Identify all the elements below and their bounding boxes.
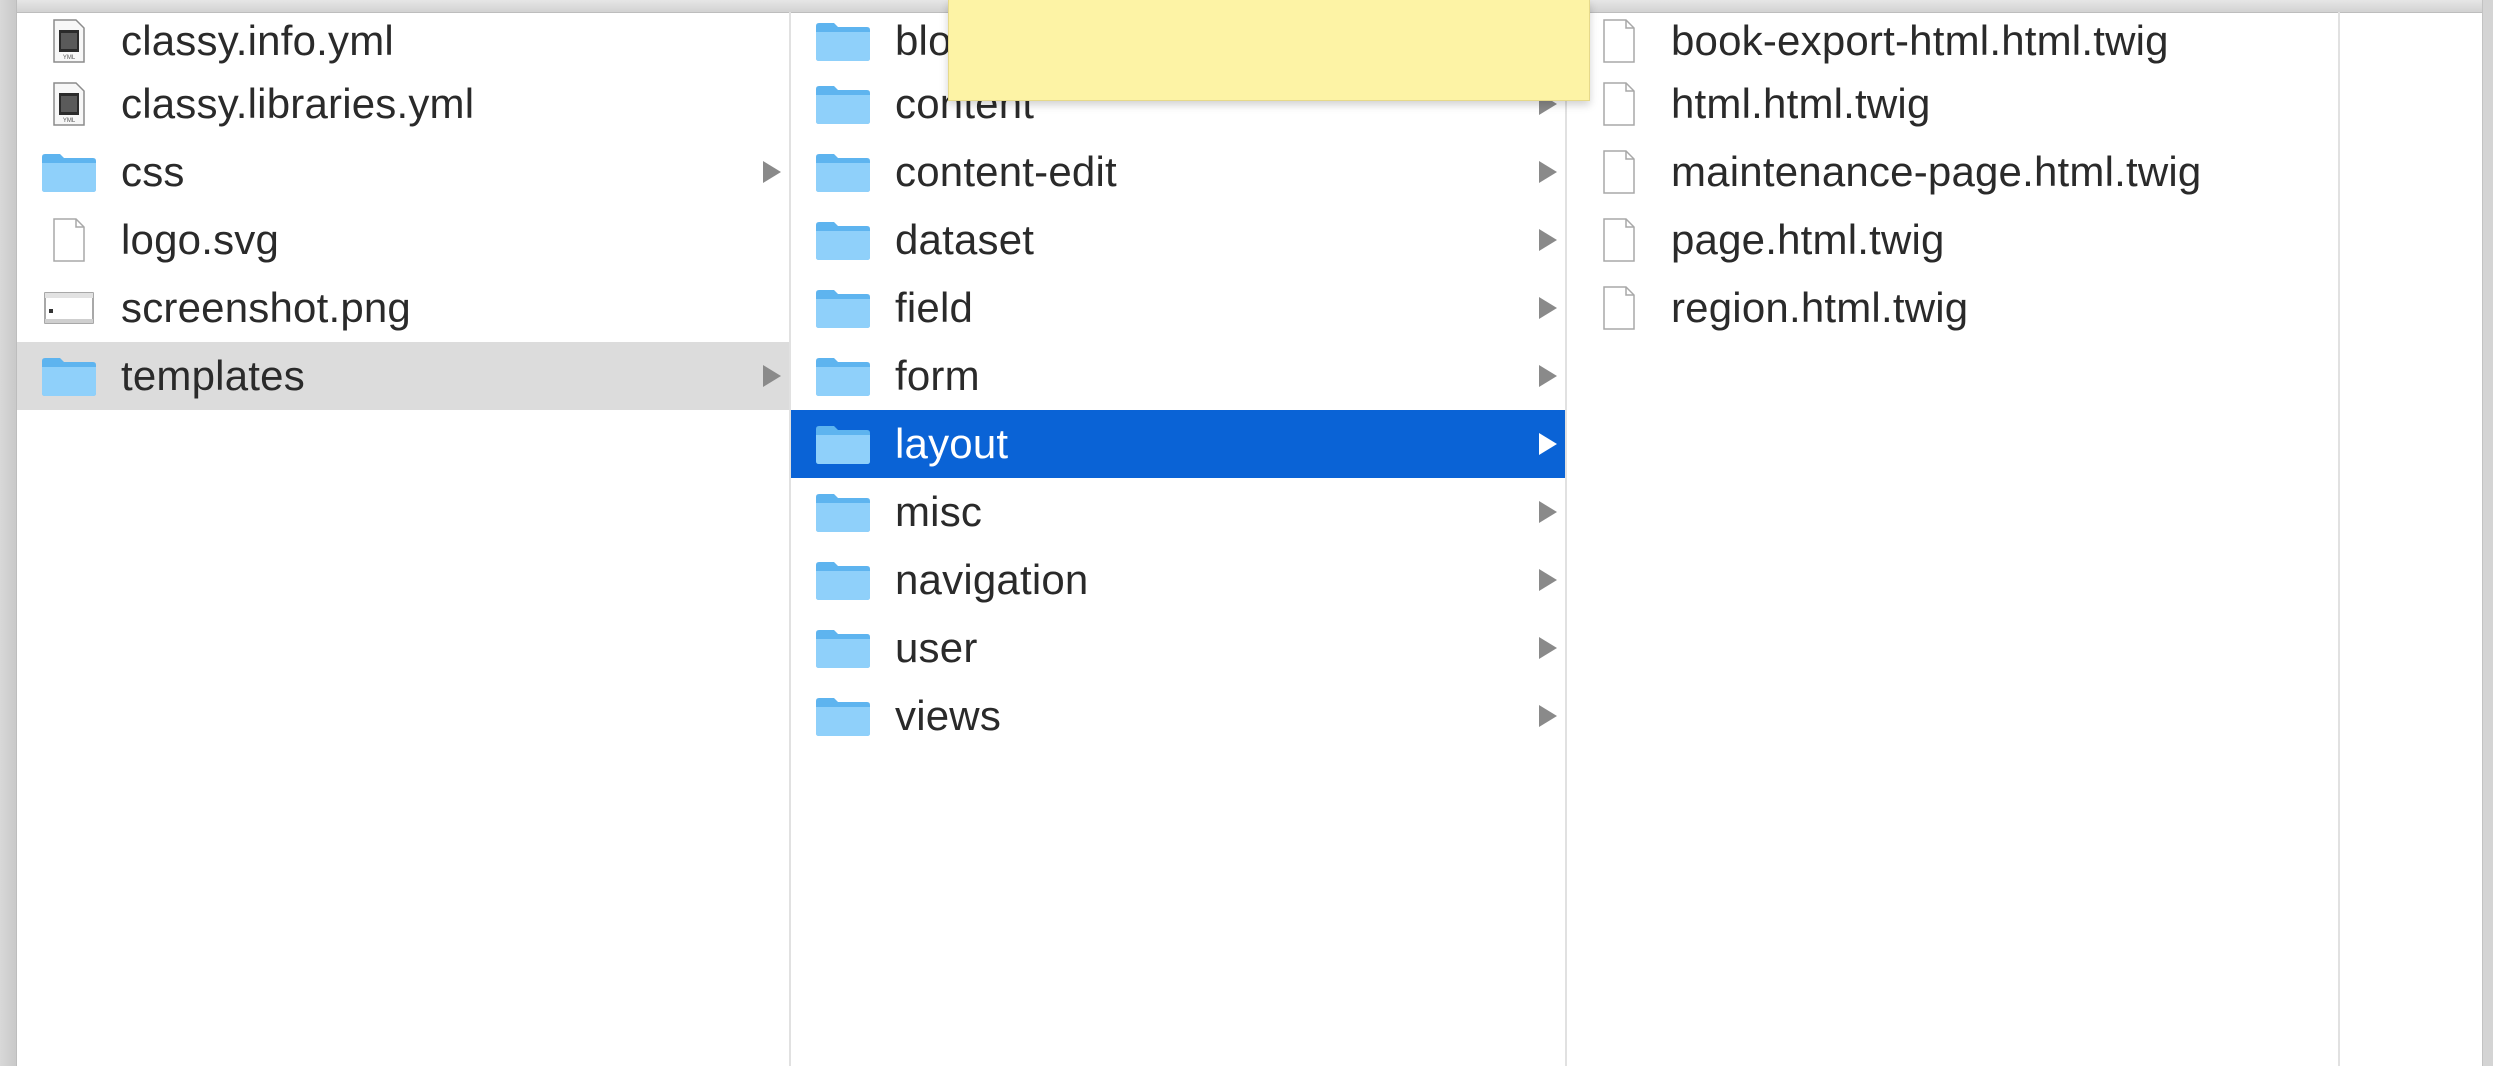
folder-icon xyxy=(39,353,99,399)
folder-icon xyxy=(813,353,873,399)
folder-row-misc[interactable]: misc xyxy=(791,478,1565,546)
disclosure-arrow-icon xyxy=(1539,229,1557,251)
folder-icon xyxy=(813,81,873,127)
file-row-logo-svg[interactable]: logo.svg xyxy=(17,206,789,274)
folder-row-dataset[interactable]: dataset xyxy=(791,206,1565,274)
folder-icon xyxy=(813,489,873,535)
file-row-classy-libraries-yml[interactable]: YML classy.libraries.yml xyxy=(17,70,789,138)
blank-document-icon xyxy=(1589,81,1649,127)
file-label: book-export-html.html.twig xyxy=(1671,17,2169,64)
file-row-maintenance-page-twig[interactable]: maintenance-page.html.twig xyxy=(1567,138,2338,206)
file-label: html.html.twig xyxy=(1671,80,1931,127)
disclosure-arrow-icon xyxy=(1539,297,1557,319)
column-templates[interactable]: blo content content-edit dataset field f… xyxy=(791,12,1567,1066)
file-row-book-export-html-twig[interactable]: book-export-html.html.twig xyxy=(1567,12,2338,70)
svg-text:YML: YML xyxy=(63,55,76,61)
file-label: maintenance-page.html.twig xyxy=(1671,148,2202,195)
disclosure-arrow-icon xyxy=(1539,433,1557,455)
folder-row-navigation[interactable]: navigation xyxy=(791,546,1565,614)
file-row-region-html-twig[interactable]: region.html.twig xyxy=(1567,274,2338,342)
folder-icon xyxy=(813,625,873,671)
image-document-icon xyxy=(39,285,99,331)
folder-row-templates[interactable]: templates xyxy=(17,342,789,410)
blank-document-icon xyxy=(1589,285,1649,331)
disclosure-arrow-icon xyxy=(763,365,781,387)
folder-icon xyxy=(813,421,873,467)
column-theme-root[interactable]: YML classy.info.yml YML classy.libraries… xyxy=(17,12,791,1066)
folder-label: templates xyxy=(121,352,305,399)
folder-row-views[interactable]: views xyxy=(791,682,1565,750)
file-row-screenshot-png[interactable]: screenshot.png xyxy=(17,274,789,342)
folder-icon xyxy=(813,149,873,195)
folder-row-layout[interactable]: layout xyxy=(791,410,1565,478)
file-label: screenshot.png xyxy=(121,284,411,331)
disclosure-arrow-icon xyxy=(763,161,781,183)
folder-icon xyxy=(813,285,873,331)
window-left-edge xyxy=(0,0,17,1066)
folder-row-content-edit[interactable]: content-edit xyxy=(791,138,1565,206)
file-label: classy.libraries.yml xyxy=(121,80,475,127)
folder-label: navigation xyxy=(895,556,1089,603)
folder-label: content-edit xyxy=(895,148,1117,195)
disclosure-arrow-icon xyxy=(1539,637,1557,659)
folder-icon xyxy=(813,693,873,739)
folder-label: dataset xyxy=(895,216,1035,263)
disclosure-arrow-icon xyxy=(1539,705,1557,727)
blank-document-icon xyxy=(1589,18,1649,64)
column-layout[interactable]: book-export-html.html.twig html.html.twi… xyxy=(1567,12,2340,1066)
yml-document-icon: YML xyxy=(39,18,99,64)
blank-document-icon xyxy=(1589,149,1649,195)
folder-label: user xyxy=(895,624,978,671)
folder-label: layout xyxy=(895,420,1009,467)
svg-text:YML: YML xyxy=(63,118,76,124)
folder-label: views xyxy=(895,692,1002,739)
file-row-page-html-twig[interactable]: page.html.twig xyxy=(1567,206,2338,274)
blank-document-icon xyxy=(39,217,99,263)
folder-icon xyxy=(813,18,873,64)
file-label: region.html.twig xyxy=(1671,284,1969,331)
file-row-classy-info-yml[interactable]: YML classy.info.yml xyxy=(17,12,789,70)
file-label: classy.info.yml xyxy=(121,17,394,64)
window-right-edge xyxy=(2482,0,2493,1066)
folder-label: css xyxy=(121,148,185,195)
folder-row-css[interactable]: css xyxy=(17,138,789,206)
folder-row-field[interactable]: field xyxy=(791,274,1565,342)
folder-row-form[interactable]: form xyxy=(791,342,1565,410)
column-empty[interactable] xyxy=(2340,12,2483,1066)
file-label: logo.svg xyxy=(121,216,280,263)
folder-icon xyxy=(39,149,99,195)
file-label: page.html.twig xyxy=(1671,216,1945,263)
folder-label: misc xyxy=(895,488,983,535)
finder-window: YML classy.info.yml YML classy.libraries… xyxy=(0,0,2493,1066)
folder-label: form xyxy=(895,352,980,399)
folder-label: blo xyxy=(895,17,952,64)
disclosure-arrow-icon xyxy=(1539,365,1557,387)
folder-icon xyxy=(813,557,873,603)
folder-row-user[interactable]: user xyxy=(791,614,1565,682)
file-row-html-html-twig[interactable]: html.html.twig xyxy=(1567,70,2338,138)
blank-document-icon xyxy=(1589,217,1649,263)
disclosure-arrow-icon xyxy=(1539,161,1557,183)
folder-label: field xyxy=(895,284,974,331)
disclosure-arrow-icon xyxy=(1539,501,1557,523)
disclosure-arrow-icon xyxy=(1539,569,1557,591)
yml-document-icon: YML xyxy=(39,81,99,127)
folder-icon xyxy=(813,217,873,263)
sticky-note-overlay xyxy=(948,0,1590,101)
